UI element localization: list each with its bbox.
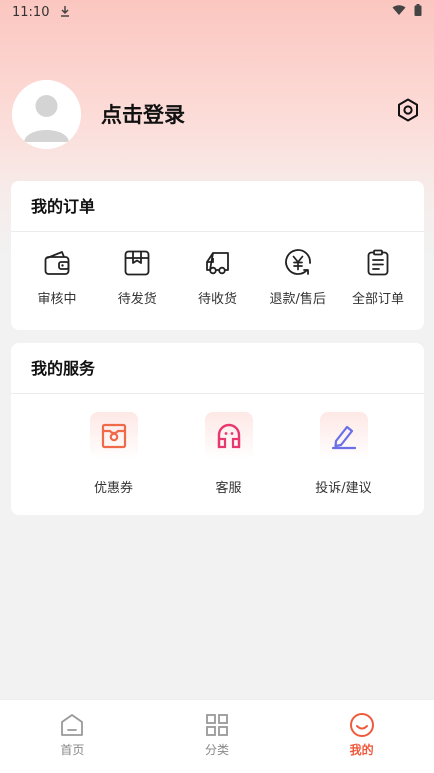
order-item-label: 待发货 [117, 292, 157, 307]
nav-item-label: 分类 [205, 743, 230, 757]
settings-button[interactable] [394, 96, 422, 124]
truck-icon [203, 248, 233, 278]
service-item-customer-service[interactable]: 客服 [171, 412, 286, 496]
coupon-icon [101, 423, 126, 449]
profile-header: 点击登录 [12, 78, 422, 150]
orders-title: 我的订单 [11, 181, 424, 232]
customer-service-icon [217, 423, 240, 449]
download-icon [59, 5, 71, 19]
order-item-to-ship[interactable]: 待发货 [97, 248, 177, 307]
nav-item-category[interactable]: 分类 [145, 700, 290, 773]
services-title: 我的服务 [11, 343, 424, 394]
services-row: 优惠券 客服 投诉/建议 [11, 394, 424, 496]
battery-icon [414, 4, 422, 20]
service-item-label: 优惠券 [93, 481, 133, 496]
avatar[interactable] [12, 79, 81, 149]
home-icon [59, 712, 85, 738]
bottom-nav: 首页 分类 我的 [0, 699, 434, 773]
nav-item-label: 首页 [60, 743, 85, 757]
wallet-icon [42, 248, 72, 278]
nav-item-mine[interactable]: 我的 [289, 700, 434, 773]
status-bar: 11:10 [0, 0, 434, 24]
order-item-refund[interactable]: 退款/售后 [258, 248, 338, 307]
feedback-tile [319, 412, 368, 460]
nav-item-home[interactable]: 首页 [0, 700, 145, 773]
service-item-label: 投诉/建议 [315, 481, 372, 496]
login-link[interactable]: 点击登录 [101, 99, 185, 129]
coupon-tile [89, 412, 138, 460]
service-item-coupon[interactable]: 优惠券 [56, 412, 171, 496]
orders-card: 我的订单 审核中 待发货 待收货 退款/售后 全部订单 [11, 181, 424, 330]
edit-icon [331, 425, 356, 450]
order-item-label: 退款/售后 [269, 292, 326, 307]
wifi-icon [392, 4, 406, 20]
default-avatar-icon [12, 79, 81, 149]
refund-icon [283, 248, 313, 278]
service-item-label: 客服 [215, 481, 242, 496]
order-item-reviewing[interactable]: 审核中 [17, 248, 97, 307]
nav-item-label: 我的 [349, 743, 374, 757]
service-item-feedback[interactable]: 投诉/建议 [286, 412, 401, 496]
smile-icon [349, 712, 375, 738]
services-card: 我的服务 优惠券 客服 投诉/建议 [11, 343, 424, 515]
order-item-label: 审核中 [37, 292, 77, 307]
customer-service-tile [204, 412, 253, 460]
status-time: 11:10 [12, 4, 50, 20]
order-item-label: 待收货 [197, 292, 237, 307]
clipboard-icon [363, 248, 393, 278]
grid-icon [204, 712, 230, 738]
settings-icon [398, 98, 418, 122]
order-item-all[interactable]: 全部订单 [338, 248, 418, 307]
order-status-row: 审核中 待发货 待收货 退款/售后 全部订单 [11, 232, 424, 307]
order-item-label: 全部订单 [351, 292, 404, 307]
order-item-to-receive[interactable]: 待收货 [178, 248, 258, 307]
package-icon [122, 248, 152, 278]
